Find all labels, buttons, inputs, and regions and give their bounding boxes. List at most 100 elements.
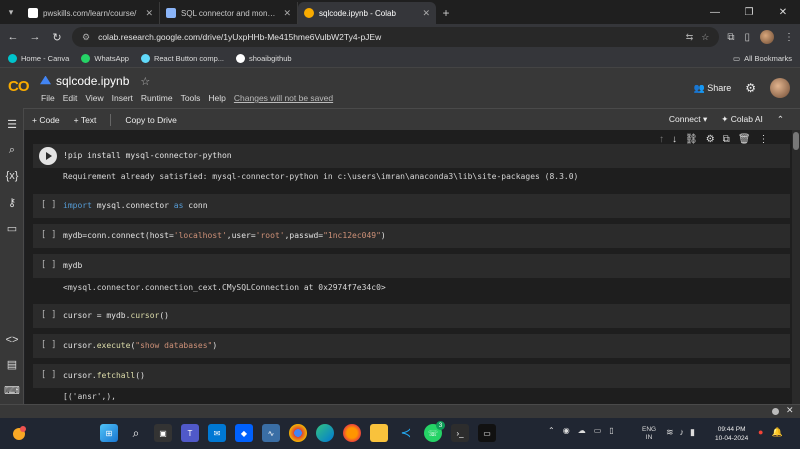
copy-to-drive-button[interactable]: Copy to Drive — [125, 115, 177, 125]
show-hidden-icon[interactable]: ⌃ — [548, 426, 555, 435]
code-snippets-icon[interactable]: <> — [0, 334, 24, 346]
minimize-icon[interactable]: — — [698, 0, 732, 24]
bookmark-canva[interactable]: Home - Canva — [8, 54, 69, 63]
changes-note-link[interactable]: Changes will not be saved — [234, 93, 333, 103]
cell-code[interactable]: cursor.fetchall() — [63, 371, 145, 380]
run-cell-gutter[interactable]: [ ] — [41, 230, 56, 240]
browser-tab-3[interactable]: sqlcode.ipynb - Colab ✕ — [298, 2, 436, 24]
side-panel-icon[interactable]: ▯ — [744, 32, 750, 43]
task-view-icon[interactable]: ▣ — [154, 424, 172, 442]
run-cell-gutter[interactable]: [ ] — [41, 310, 56, 320]
terminal-icon[interactable]: ›_ — [451, 424, 469, 442]
add-text-button[interactable]: + Text — [74, 115, 97, 125]
cell-code[interactable]: mydb=conn.connect(host='localhost',user=… — [63, 231, 386, 240]
settings-gear-icon[interactable]: ⚙ — [745, 81, 756, 95]
url-input[interactable]: ⚙ colab.research.google.com/drive/1yUxpH… — [72, 27, 720, 47]
variables-icon[interactable]: {x} — [0, 170, 24, 182]
cloud-icon[interactable]: ☁ — [578, 426, 586, 435]
reload-icon[interactable]: ↻ — [50, 31, 64, 44]
cell-code[interactable]: !pip install mysql-connector-python — [63, 151, 232, 160]
firefox-icon[interactable] — [343, 424, 361, 442]
search-icon[interactable]: ⌕ — [127, 424, 145, 442]
menu-view[interactable]: View — [85, 93, 103, 103]
cell-input[interactable] — [33, 254, 790, 278]
connect-button[interactable]: Connect ▾ — [669, 114, 707, 125]
extensions-icon[interactable]: ⧉ — [727, 32, 734, 43]
edge-icon[interactable] — [316, 424, 334, 442]
menu-edit[interactable]: Edit — [63, 93, 78, 103]
notifications-bell-icon[interactable]: 🔔 — [771, 427, 782, 438]
taskbar-clock[interactable]: 09:44 PM 10-04-2024 — [715, 425, 748, 443]
run-cell-gutter[interactable]: [ ] — [41, 370, 56, 380]
menu-help[interactable]: Help — [208, 93, 225, 103]
menu-file[interactable]: File — [41, 93, 55, 103]
mail-icon[interactable]: ✉ — [208, 424, 226, 442]
run-cell-gutter[interactable]: [ ] — [41, 260, 56, 270]
add-code-button[interactable]: + Code — [32, 115, 60, 125]
file-explorer-icon[interactable] — [370, 424, 388, 442]
menu-tools[interactable]: Tools — [181, 93, 201, 103]
cell-input[interactable] — [33, 364, 790, 388]
command-palette-icon[interactable]: ▤ — [0, 358, 24, 371]
weather-widget-icon[interactable] — [10, 424, 28, 442]
whatsapp-icon[interactable]: ☏ 3 — [424, 421, 445, 442]
close-icon[interactable]: ✕ — [145, 8, 153, 19]
cell-code[interactable]: cursor = mydb.cursor() — [63, 311, 169, 320]
language-indicator[interactable]: ENG IN — [642, 426, 656, 442]
close-icon[interactable]: ✕ — [422, 8, 430, 19]
share-button[interactable]: 👥 Share — [693, 83, 731, 94]
forward-arrow-icon[interactable]: → — [28, 31, 42, 43]
scrollbar-thumb[interactable] — [793, 132, 799, 150]
close-icon[interactable]: ✕ — [283, 8, 291, 19]
close-status-icon[interactable]: ✕ — [786, 405, 794, 416]
back-arrow-icon[interactable]: ← — [6, 31, 20, 43]
run-cell-gutter[interactable]: [ ] — [41, 340, 56, 350]
bookmark-star-icon[interactable]: ☆ — [701, 32, 709, 43]
chart-app-icon[interactable]: ∿ — [262, 424, 280, 442]
cell-code[interactable]: import mysql.connector as conn — [63, 201, 208, 210]
tab-search-icon[interactable]: ▾ — [0, 0, 22, 24]
bookmark-github[interactable]: shoaibgithub — [236, 54, 292, 63]
account-avatar[interactable] — [770, 78, 790, 98]
menu-runtime[interactable]: Runtime — [141, 93, 173, 103]
status-dot-icon[interactable] — [772, 408, 779, 415]
collapse-chevron-icon[interactable]: ⌃ — [777, 114, 784, 125]
windows-start-icon[interactable]: ⊞ — [100, 424, 118, 442]
new-tab-button[interactable]: + — [436, 2, 456, 24]
battery-icon[interactable]: ▯ — [609, 426, 613, 435]
display-icon[interactable]: ▭ — [594, 426, 602, 435]
tray-app-icon[interactable]: ◉ — [563, 426, 570, 435]
files-folder-icon[interactable]: ▭ — [0, 222, 24, 235]
quick-settings[interactable]: ≋ ♪ ▮ — [666, 427, 695, 438]
bookmark-react-button[interactable]: React Button comp... — [140, 54, 224, 63]
browser-tab-1[interactable]: pwskills.com/learn/course/ ✕ — [22, 2, 160, 24]
chevron-down-icon[interactable]: ▾ — [703, 114, 707, 124]
cmd-icon[interactable]: ▭ — [478, 424, 496, 442]
teams-icon[interactable]: T — [181, 424, 199, 442]
browser-tab-2[interactable]: SQL connector and mongo db ✕ — [160, 2, 298, 24]
all-bookmarks-button[interactable]: ▭ All Bookmarks — [733, 54, 792, 63]
restore-icon[interactable]: ❐ — [732, 0, 766, 24]
cell-code[interactable]: mydb — [63, 261, 82, 270]
star-icon[interactable]: ☆ — [140, 75, 150, 88]
colab-logo[interactable]: CO — [8, 78, 29, 95]
search-icon[interactable]: ⌕ — [0, 144, 24, 157]
site-info-icon[interactable]: ⚙ — [82, 32, 90, 43]
menu-insert[interactable]: Insert — [112, 93, 133, 103]
browser-menu-icon[interactable]: ⋮ — [784, 32, 794, 43]
close-window-icon[interactable]: ✕ — [766, 0, 800, 24]
translate-icon[interactable]: ⇆ — [686, 32, 694, 43]
secrets-key-icon[interactable]: ⚷ — [0, 196, 24, 209]
dropbox-icon[interactable]: ◆ — [235, 424, 253, 442]
bookmark-whatsapp[interactable]: WhatsApp — [81, 54, 129, 63]
notebook-title[interactable]: sqlcode.ipynb — [56, 74, 129, 88]
run-cell-gutter[interactable]: [ ] — [41, 200, 56, 210]
chrome-icon[interactable] — [289, 424, 307, 442]
run-cell-button[interactable] — [39, 147, 57, 165]
colab-ai-button[interactable]: ✦ Colab AI — [721, 114, 763, 125]
cell-code[interactable]: cursor.execute("show databases") — [63, 341, 217, 350]
terminal-icon[interactable]: ⌨ — [0, 384, 24, 397]
alert-icon[interactable]: ● — [758, 427, 763, 438]
table-of-contents-icon[interactable]: ☰ — [0, 118, 24, 131]
profile-avatar[interactable] — [760, 30, 774, 44]
